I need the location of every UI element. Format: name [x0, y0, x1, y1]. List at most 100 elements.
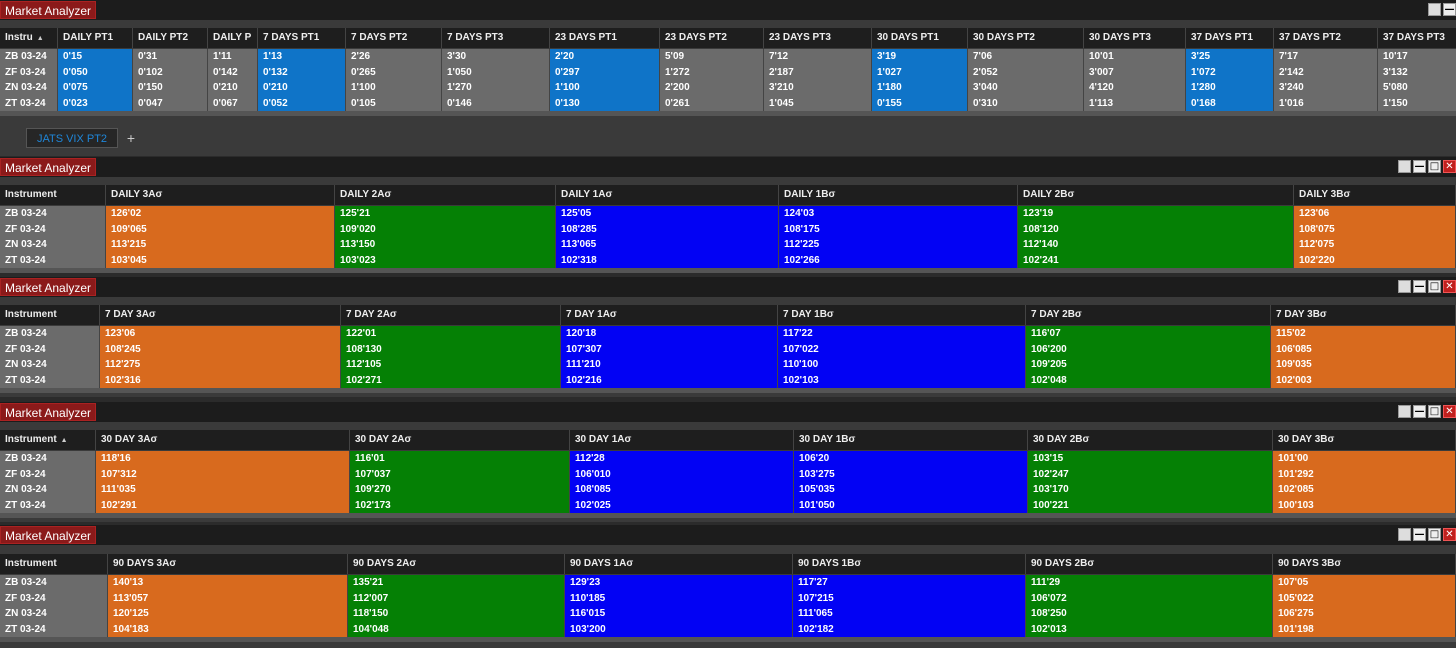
value-cell[interactable]: 117'22 [778, 326, 1025, 342]
value-cell[interactable]: 113'065 [556, 237, 778, 253]
column-header[interactable]: 37 DAYS PT3 [1378, 28, 1456, 48]
column-header[interactable]: 7 DAY 1Bσ [778, 305, 1026, 325]
value-cell[interactable]: 106'010 [570, 467, 793, 483]
restore-button[interactable] [1398, 405, 1411, 418]
instrument-cell[interactable]: ZF 03-24 [0, 222, 105, 238]
minimize-button[interactable]: — [1413, 280, 1426, 293]
value-cell[interactable]: 107'037 [350, 467, 569, 483]
instrument-cell[interactable]: ZB 03-24 [0, 451, 95, 467]
column-header[interactable]: 7 DAYS PT2 [346, 28, 442, 48]
column-header[interactable]: 7 DAY 3Aσ [100, 305, 341, 325]
value-cell[interactable]: 1'113 [1084, 96, 1185, 112]
title-bar[interactable]: Market Analyzer — [0, 0, 1456, 20]
value-cell[interactable]: 112'275 [100, 357, 340, 373]
instrument-cell[interactable]: ZF 03-24 [0, 591, 107, 607]
value-cell[interactable]: 112'28 [570, 451, 793, 467]
horizontal-scrollbar[interactable] [0, 268, 1456, 273]
value-cell[interactable]: 2'20 [550, 49, 659, 65]
column-header[interactable]: DAILY 2Bσ [1018, 185, 1294, 205]
value-cell[interactable]: 118'16 [96, 451, 349, 467]
value-cell[interactable]: 106'20 [794, 451, 1027, 467]
value-cell[interactable]: 104'048 [348, 622, 564, 638]
column-header[interactable]: 90 DAYS 3Aσ [108, 554, 348, 574]
value-cell[interactable]: 125'21 [335, 206, 555, 222]
value-cell[interactable]: 2'142 [1274, 65, 1377, 81]
value-cell[interactable]: 124'03 [779, 206, 1017, 222]
column-header-instrument[interactable]: Instru ▲ [0, 28, 58, 48]
value-cell[interactable]: 1'13 [258, 49, 345, 65]
value-cell[interactable]: 1'272 [660, 65, 763, 81]
value-cell[interactable]: 111'065 [793, 606, 1025, 622]
value-cell[interactable]: 10'01 [1084, 49, 1185, 65]
instrument-cell[interactable]: ZF 03-24 [0, 65, 57, 81]
value-cell[interactable]: 123'19 [1018, 206, 1293, 222]
column-header[interactable]: DAILY 1Aσ [556, 185, 779, 205]
instrument-cell[interactable]: ZB 03-24 [0, 206, 105, 222]
value-cell[interactable]: 2'26 [346, 49, 441, 65]
value-cell[interactable]: 3'25 [1186, 49, 1273, 65]
value-cell[interactable]: 3'240 [1274, 80, 1377, 96]
value-cell[interactable]: 0'297 [550, 65, 659, 81]
horizontal-scrollbar[interactable] [0, 513, 1456, 518]
value-cell[interactable]: 1'270 [442, 80, 549, 96]
value-cell[interactable]: 107'022 [778, 342, 1025, 358]
value-cell[interactable]: 105'022 [1273, 591, 1455, 607]
value-cell[interactable]: 108'120 [1018, 222, 1293, 238]
value-cell[interactable]: 0'075 [58, 80, 132, 96]
column-header[interactable]: 37 DAYS PT1 [1186, 28, 1274, 48]
value-cell[interactable]: 2'052 [968, 65, 1083, 81]
value-cell[interactable]: 108'250 [1026, 606, 1272, 622]
tab-jats-vix-pt2[interactable]: JATS VIX PT2 [26, 128, 118, 148]
value-cell[interactable]: 0'15 [58, 49, 132, 65]
value-cell[interactable]: 1'280 [1186, 80, 1273, 96]
value-cell[interactable]: 135'21 [348, 575, 564, 591]
value-cell[interactable]: 0'067 [208, 96, 257, 112]
value-cell[interactable]: 116'07 [1026, 326, 1270, 342]
value-cell[interactable]: 0'210 [258, 80, 345, 96]
value-cell[interactable]: 103'045 [106, 253, 334, 269]
value-cell[interactable]: 4'120 [1084, 80, 1185, 96]
restore-button[interactable] [1398, 280, 1411, 293]
value-cell[interactable]: 0'310 [968, 96, 1083, 112]
column-header[interactable]: 7 DAYS PT1 [258, 28, 346, 48]
value-cell[interactable]: 0'210 [208, 80, 257, 96]
value-cell[interactable]: 107'215 [793, 591, 1025, 607]
value-cell[interactable]: 105'035 [794, 482, 1027, 498]
column-header[interactable]: DAILY 2Aσ [335, 185, 556, 205]
horizontal-scrollbar[interactable] [0, 111, 1456, 116]
close-button[interactable]: ✕ [1443, 528, 1456, 541]
value-cell[interactable]: 102'048 [1026, 373, 1270, 389]
value-cell[interactable]: 3'040 [968, 80, 1083, 96]
value-cell[interactable]: 112'007 [348, 591, 564, 607]
column-header[interactable]: DAILY PT2 [133, 28, 208, 48]
value-cell[interactable]: 100'103 [1273, 498, 1455, 514]
column-header[interactable]: 7 DAY 2Bσ [1026, 305, 1271, 325]
value-cell[interactable]: 120'18 [561, 326, 777, 342]
value-cell[interactable]: 123'06 [1294, 206, 1455, 222]
maximize-button[interactable]: □ [1428, 280, 1441, 293]
value-cell[interactable]: 111'035 [96, 482, 349, 498]
value-cell[interactable]: 3'210 [764, 80, 871, 96]
value-cell[interactable]: 7'17 [1274, 49, 1377, 65]
column-header[interactable]: DAILY 3Bσ [1294, 185, 1456, 205]
value-cell[interactable]: 102'216 [561, 373, 777, 389]
value-cell[interactable]: 1'11 [208, 49, 257, 65]
value-cell[interactable]: 113'057 [108, 591, 347, 607]
maximize-button[interactable]: □ [1428, 160, 1441, 173]
column-header[interactable]: 30 DAYS PT3 [1084, 28, 1186, 48]
value-cell[interactable]: 0'150 [133, 80, 207, 96]
value-cell[interactable]: 5'080 [1378, 80, 1456, 96]
value-cell[interactable]: 3'007 [1084, 65, 1185, 81]
column-header[interactable]: DAILY PT1 [58, 28, 133, 48]
title-bar[interactable]: Market Analyzer — □ ✕ [0, 402, 1456, 422]
instrument-cell[interactable]: ZT 03-24 [0, 498, 95, 514]
value-cell[interactable]: 111'29 [1026, 575, 1272, 591]
column-header[interactable]: 23 DAYS PT3 [764, 28, 872, 48]
value-cell[interactable]: 0'023 [58, 96, 132, 112]
value-cell[interactable]: 1'100 [346, 80, 441, 96]
value-cell[interactable]: 109'020 [335, 222, 555, 238]
value-cell[interactable]: 103'275 [794, 467, 1027, 483]
column-header[interactable]: 30 DAY 3Bσ [1273, 430, 1456, 450]
instrument-cell[interactable]: ZN 03-24 [0, 482, 95, 498]
value-cell[interactable]: 112'140 [1018, 237, 1293, 253]
